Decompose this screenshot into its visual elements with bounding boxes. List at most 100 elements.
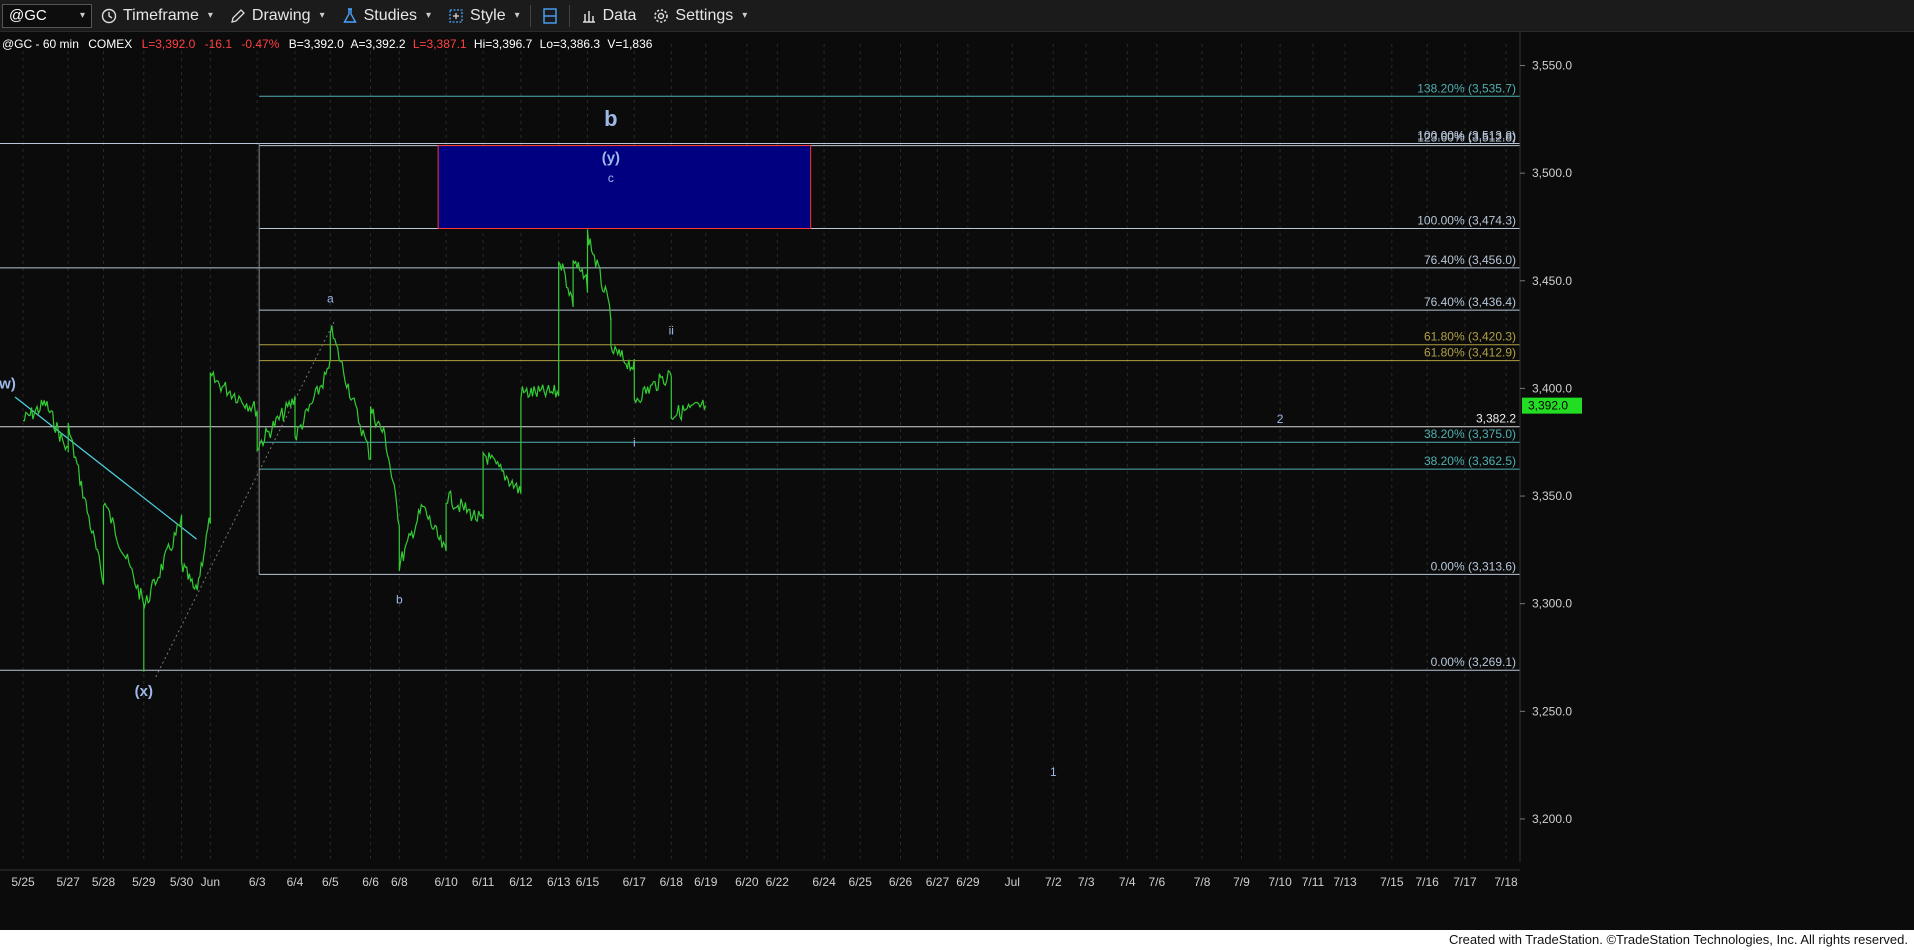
date-tick-label: 6/25	[849, 875, 873, 889]
date-tick-label: 7/17	[1453, 875, 1477, 889]
date-tick-label: 5/27	[57, 875, 81, 889]
date-tick-label: 6/18	[660, 875, 684, 889]
timeframe-label: Timeframe	[123, 6, 199, 24]
date-tick-label: 6/10	[434, 875, 458, 889]
price-chart[interactable]: 138.20% (3,535.7)123.60% (3,512.8)100.00…	[0, 32, 1914, 930]
layout-icon	[447, 7, 465, 25]
fib-label: 100.00% (3,474.3)	[1417, 213, 1516, 227]
date-tick-label: 5/28	[92, 875, 116, 889]
date-tick-label: 7/2	[1045, 875, 1062, 889]
date-tick-label: Jul	[1005, 875, 1020, 889]
wave-label: b	[396, 593, 403, 607]
drawing-label: Drawing	[251, 6, 311, 24]
chevron-down-icon: ▾	[79, 10, 85, 21]
symbol-selector[interactable]: @GC ▾	[2, 3, 92, 28]
toolbar-divider	[568, 4, 570, 27]
toolbar-divider	[529, 4, 531, 27]
date-tick-label: 7/9	[1233, 875, 1250, 889]
columns-icon	[541, 7, 559, 25]
date-tick-label: 6/15	[576, 875, 600, 889]
fib-label: 61.80% (3,412.9)	[1424, 346, 1516, 360]
symbol-text: @GC	[9, 7, 47, 24]
price-tick-label: 3,200.0	[1532, 812, 1572, 826]
gear-icon	[652, 7, 670, 25]
header-low-last: L=3,387.1	[413, 37, 467, 51]
wave-label: (w)	[0, 375, 16, 392]
chart-area[interactable]: 138.20% (3,535.7) 123.60% (3,512.8) 100.00…	[0, 32, 1914, 950]
clock-icon	[100, 7, 118, 25]
date-tick-label: 7/8	[1194, 875, 1211, 889]
wave-label: i	[633, 436, 636, 450]
last-price-label: 3,392.0	[1528, 399, 1568, 413]
date-tick-label: 6/22	[766, 875, 790, 889]
date-tick-label: 7/16	[1415, 875, 1439, 889]
fib-label: 61.80% (3,420.3)	[1424, 330, 1516, 344]
date-tick-label: 6/29	[956, 875, 980, 889]
fib-label: 100.00% (3,513.8)	[1417, 128, 1516, 142]
date-tick-label: 6/26	[889, 875, 913, 889]
data-button[interactable]: Data	[572, 0, 645, 31]
settings-label: Settings	[675, 6, 734, 24]
header-line: @GC - 60 min COMEX L=3,392.0 -16.1 -0.47…	[2, 37, 653, 51]
chevron-down-icon: ▾	[742, 10, 748, 21]
wave-label: b	[604, 106, 617, 131]
header-bid: B=3,392.0	[289, 37, 344, 51]
wave-label: ii	[669, 324, 674, 338]
header-last: L=3,392.0	[142, 37, 196, 51]
timeframe-button[interactable]: Timeframe ▾	[92, 0, 221, 31]
drawing-button[interactable]: Drawing ▾	[221, 0, 333, 31]
header-change: -16.1	[205, 37, 233, 51]
columns-button[interactable]	[533, 0, 567, 31]
style-button[interactable]: Style ▾	[439, 0, 528, 31]
fib-label: 76.40% (3,456.0)	[1424, 253, 1516, 267]
date-tick-label: 7/15	[1380, 875, 1404, 889]
header-ask: A=3,392.2	[350, 37, 405, 51]
price-tick-label: 3,400.0	[1532, 381, 1572, 395]
style-label: Style	[470, 6, 506, 24]
wave-label: (y)	[602, 149, 620, 166]
bar-chart-icon	[580, 7, 598, 25]
footer-copyright: Created with TradeStation. ©TradeStation…	[0, 930, 1914, 950]
date-tick-label: 7/13	[1333, 875, 1357, 889]
fib-label: 0.00% (3,313.6)	[1431, 559, 1516, 573]
price-tick-label: 3,250.0	[1532, 704, 1572, 718]
chevron-down-icon: ▾	[207, 10, 213, 21]
date-tick-label: 6/11	[472, 875, 495, 889]
date-tick-label: 6/5	[322, 875, 339, 889]
studies-button[interactable]: Studies ▾	[333, 0, 439, 31]
date-tick-label: 6/17	[623, 875, 647, 889]
fib-label: 0.00% (3,269.1)	[1431, 655, 1516, 669]
chevron-down-icon: ▾	[425, 10, 432, 21]
chevron-down-icon: ▾	[514, 10, 520, 21]
horizontal-line-label: 3,382.2	[1476, 412, 1516, 426]
date-tick-label: 7/6	[1148, 875, 1165, 889]
date-tick-label: Jun	[201, 875, 220, 889]
fib-label: 76.40% (3,436.4)	[1424, 295, 1516, 309]
fib-label: 38.20% (3,375.0)	[1424, 427, 1516, 441]
wave-label: c	[608, 171, 614, 185]
date-tick-label: 6/4	[287, 875, 304, 889]
header-symbol: @GC - 60 min	[2, 37, 79, 51]
date-tick-label: 7/4	[1119, 875, 1136, 889]
pencil-icon	[229, 7, 247, 25]
wave-label: 1	[1050, 765, 1057, 779]
date-tick-label: 6/20	[735, 875, 759, 889]
date-tick-label: 5/25	[11, 875, 35, 889]
wave-label: (x)	[135, 683, 153, 700]
header-exchange: COMEX	[88, 37, 132, 51]
date-tick-label: 5/29	[132, 875, 156, 889]
target-box	[437, 145, 812, 229]
header-lo: Lo=3,386.3	[540, 37, 601, 51]
chart-background	[0, 32, 1914, 930]
header-change-pct: -0.47%	[241, 37, 279, 51]
date-tick-label: 6/27	[926, 875, 950, 889]
price-tick-label: 3,500.0	[1532, 166, 1572, 180]
date-tick-label: 6/8	[391, 875, 408, 889]
date-tick-label: 6/13	[547, 875, 571, 889]
header-hi: Hi=3,396.7	[474, 37, 533, 51]
date-tick-label: 7/10	[1268, 875, 1292, 889]
settings-button[interactable]: Settings ▾	[644, 0, 755, 31]
date-tick-label: 6/3	[249, 875, 266, 889]
price-tick-label: 3,300.0	[1532, 597, 1572, 611]
date-tick-label: 7/18	[1494, 875, 1518, 889]
